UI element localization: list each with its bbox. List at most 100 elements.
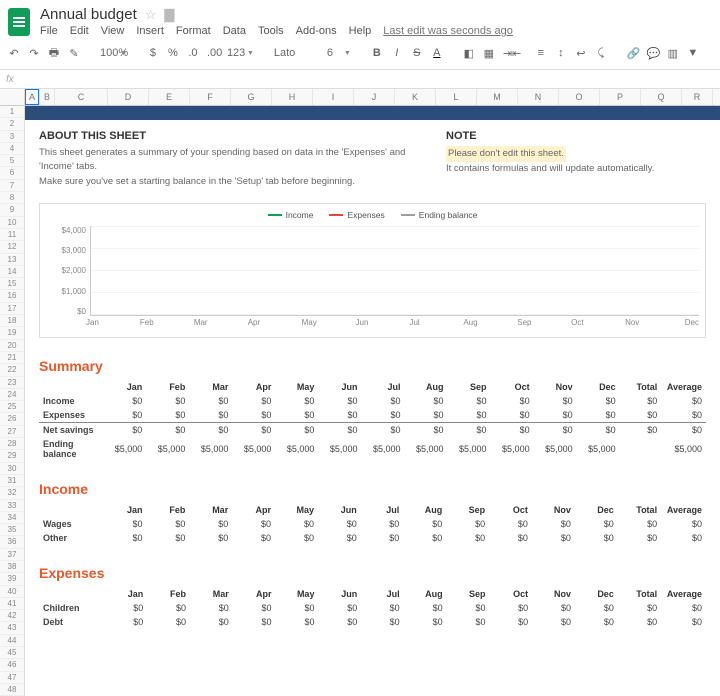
cell[interactable]: $0	[189, 531, 232, 545]
cell[interactable]: $0	[318, 601, 361, 615]
cell[interactable]: $0	[105, 615, 148, 629]
cell[interactable]: $5,000	[491, 437, 534, 461]
cell[interactable]: $0	[275, 422, 318, 437]
row-header-46[interactable]: 46	[0, 659, 24, 671]
cell[interactable]: $0	[318, 615, 361, 629]
cell[interactable]: $5,000	[577, 437, 620, 461]
row-header-45[interactable]: 45	[0, 647, 24, 659]
borders-icon[interactable]: ▦	[483, 47, 495, 60]
cell[interactable]: $5,000	[103, 437, 146, 461]
row-header-37[interactable]: 37	[0, 549, 24, 561]
row-header-3[interactable]: 3	[0, 131, 24, 143]
cell[interactable]: $0	[532, 531, 575, 545]
cell[interactable]: $0	[404, 422, 447, 437]
text-wrap-icon[interactable]: ↩	[575, 47, 587, 60]
cell[interactable]: $0	[105, 601, 148, 615]
sheets-logo-icon[interactable]	[8, 8, 30, 36]
more-formats-select[interactable]: 123	[227, 47, 239, 59]
cell[interactable]: $0	[403, 517, 446, 531]
cell[interactable]: $0	[534, 422, 577, 437]
cell[interactable]: $0	[489, 601, 532, 615]
col-header-H[interactable]: H	[272, 89, 313, 105]
last-edit-link[interactable]: Last edit was seconds ago	[383, 25, 513, 37]
col-header-G[interactable]: G	[231, 89, 272, 105]
col-header-O[interactable]: O	[559, 89, 600, 105]
cell[interactable]: $0	[489, 615, 532, 629]
cell[interactable]: $0	[448, 394, 491, 408]
cell[interactable]: $0	[577, 422, 620, 437]
cell[interactable]: $5,000	[448, 437, 491, 461]
text-color-icon[interactable]: A	[431, 47, 443, 59]
cell[interactable]: $0	[403, 531, 446, 545]
cell[interactable]: $0	[318, 394, 361, 408]
cell[interactable]: $0	[361, 601, 403, 615]
cell[interactable]: $0	[103, 394, 146, 408]
text-rotate-icon[interactable]: ⤹	[595, 47, 607, 60]
insert-link-icon[interactable]: 🔗	[627, 47, 639, 60]
cell[interactable]: $0	[147, 531, 190, 545]
row-header-31[interactable]: 31	[0, 475, 24, 487]
col-header-C[interactable]: C	[55, 89, 108, 105]
col-header-Q[interactable]: Q	[641, 89, 682, 105]
cell[interactable]: $0	[275, 394, 318, 408]
cell[interactable]	[620, 437, 662, 461]
cell[interactable]: $0	[232, 408, 275, 423]
cell[interactable]: $0	[275, 408, 318, 423]
cell[interactable]: $0	[620, 408, 662, 423]
row-header-6[interactable]: 6	[0, 167, 24, 179]
cell[interactable]: $0	[190, 615, 233, 629]
col-header-J[interactable]: J	[354, 89, 395, 105]
row-header-33[interactable]: 33	[0, 500, 24, 512]
cell[interactable]: $0	[534, 408, 577, 423]
merge-cells-icon[interactable]: ⇥⇤	[503, 47, 515, 60]
bold-icon[interactable]: B	[371, 47, 383, 59]
cell[interactable]: $0	[103, 408, 146, 423]
cell[interactable]: $0	[189, 408, 232, 423]
fill-color-icon[interactable]: ◧	[463, 47, 475, 60]
insert-comment-icon[interactable]: 💬	[647, 47, 659, 60]
row-header-13[interactable]: 13	[0, 254, 24, 266]
cell[interactable]: $0	[146, 422, 189, 437]
cell[interactable]: $0	[448, 422, 491, 437]
cell[interactable]: $0	[618, 615, 661, 629]
cell[interactable]: $0	[276, 601, 319, 615]
row-header-12[interactable]: 12	[0, 241, 24, 253]
row-header-29[interactable]: 29	[0, 450, 24, 462]
row-header-21[interactable]: 21	[0, 352, 24, 364]
row-header-36[interactable]: 36	[0, 536, 24, 548]
row-header-1[interactable]: 1	[0, 106, 24, 118]
cell[interactable]: $0	[104, 531, 147, 545]
row-header-22[interactable]: 22	[0, 364, 24, 376]
row-header-41[interactable]: 41	[0, 598, 24, 610]
cell[interactable]: $0	[575, 601, 618, 615]
col-header-P[interactable]: P	[600, 89, 641, 105]
cell[interactable]: $0	[147, 517, 190, 531]
cell[interactable]: $0	[318, 408, 361, 423]
row-header-18[interactable]: 18	[0, 315, 24, 327]
italic-icon[interactable]: I	[391, 47, 403, 59]
cell[interactable]: $0	[491, 394, 534, 408]
strike-icon[interactable]: S	[411, 47, 423, 59]
row-header-4[interactable]: 4	[0, 143, 24, 155]
grid[interactable]: 1234567891011121314151617181920212223242…	[0, 106, 720, 696]
col-header-N[interactable]: N	[518, 89, 559, 105]
cell[interactable]: $0	[404, 408, 447, 423]
insert-chart-icon[interactable]: ▥	[667, 47, 679, 60]
cell[interactable]: $0	[275, 517, 318, 531]
cell[interactable]: $0	[404, 601, 447, 615]
cell[interactable]: $0	[575, 517, 618, 531]
cell[interactable]: $0	[491, 422, 534, 437]
redo-icon[interactable]: ↷	[28, 47, 40, 60]
cell[interactable]: $5,000	[146, 437, 189, 461]
cell[interactable]: $0	[404, 394, 447, 408]
cell[interactable]: $0	[318, 531, 361, 545]
cell[interactable]: $0	[276, 615, 319, 629]
row-header-15[interactable]: 15	[0, 278, 24, 290]
menu-data[interactable]: Data	[223, 25, 246, 37]
cell[interactable]: $0	[146, 394, 189, 408]
cell[interactable]: $0	[661, 531, 706, 545]
cell[interactable]: $0	[189, 394, 232, 408]
col-header-D[interactable]: D	[108, 89, 149, 105]
cell[interactable]: $0	[577, 394, 620, 408]
star-icon[interactable]: ☆	[145, 7, 157, 23]
